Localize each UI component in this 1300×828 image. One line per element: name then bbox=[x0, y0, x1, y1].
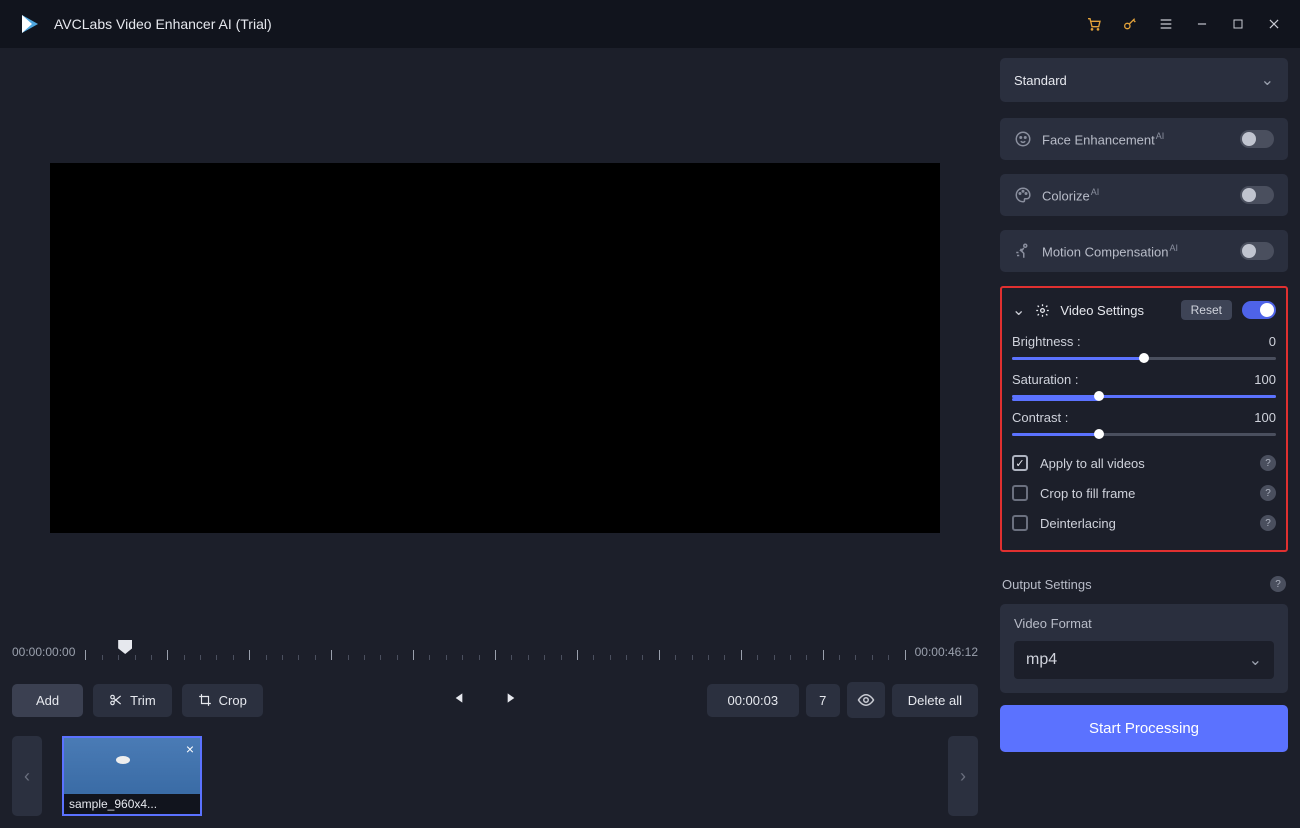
timecode-end: 00:00:46:12 bbox=[915, 645, 978, 659]
add-button[interactable]: Add bbox=[12, 684, 83, 717]
colorize-toggle[interactable] bbox=[1240, 186, 1274, 204]
menu-icon[interactable] bbox=[1158, 16, 1174, 32]
trim-button[interactable]: Trim bbox=[93, 684, 172, 717]
preset-dropdown[interactable]: Standard ⌄ bbox=[1000, 58, 1288, 102]
preview-eye-button[interactable] bbox=[847, 682, 885, 718]
video-settings-panel: ⌄ Video Settings Reset Brightness :0 Sat… bbox=[1000, 286, 1288, 552]
video-settings-toggle[interactable] bbox=[1242, 301, 1276, 319]
motion-compensation-toggle[interactable] bbox=[1240, 242, 1274, 260]
right-panel: Standard ⌄ Face EnhancementAI ColorizeAI… bbox=[990, 48, 1300, 828]
motion-compensation-row: Motion CompensationAI bbox=[1000, 230, 1288, 272]
motion-icon bbox=[1014, 242, 1032, 260]
reset-button[interactable]: Reset bbox=[1181, 300, 1232, 320]
clip-name-label: sample_960x4... bbox=[64, 794, 200, 814]
help-icon[interactable]: ? bbox=[1260, 485, 1276, 501]
contrast-value: 100 bbox=[1254, 410, 1276, 425]
contrast-label: Contrast : bbox=[1012, 410, 1068, 425]
timecode-start: 00:00:00:00 bbox=[12, 645, 75, 659]
crop-fill-checkbox[interactable] bbox=[1012, 485, 1028, 501]
prev-frame-icon[interactable] bbox=[449, 690, 465, 711]
toolbar: Add Trim Crop Delete all bbox=[0, 672, 990, 728]
output-settings-title: Output Settings bbox=[1002, 577, 1092, 592]
chevron-down-icon: ⌄ bbox=[1261, 70, 1274, 90]
clip-prev-button[interactable]: ‹ bbox=[12, 736, 42, 816]
timeline-ruler[interactable] bbox=[85, 638, 904, 666]
saturation-slider[interactable] bbox=[1012, 395, 1276, 398]
app-title: AVCLabs Video Enhancer AI (Trial) bbox=[54, 16, 272, 32]
saturation-value: 100 bbox=[1254, 372, 1276, 387]
video-format-block: Video Format mp4 ⌄ bbox=[1000, 604, 1288, 693]
clip-thumbnail[interactable]: × sample_960x4... bbox=[62, 736, 202, 816]
chevron-down-icon: ⌄ bbox=[1249, 650, 1262, 670]
brightness-label: Brightness : bbox=[1012, 334, 1081, 349]
delete-all-button[interactable]: Delete all bbox=[892, 684, 978, 717]
face-enhancement-row: Face EnhancementAI bbox=[1000, 118, 1288, 160]
apply-all-checkbox[interactable]: ✓ bbox=[1012, 455, 1028, 471]
left-pane: 00:00:00:00 00:00:46:12 Add Trim Crop De… bbox=[0, 48, 990, 828]
frame-input[interactable] bbox=[806, 684, 840, 717]
colorize-row: ColorizeAI bbox=[1000, 174, 1288, 216]
next-frame-icon[interactable] bbox=[505, 690, 521, 711]
help-icon[interactable]: ? bbox=[1270, 576, 1286, 592]
video-format-label: Video Format bbox=[1014, 616, 1274, 631]
face-icon bbox=[1014, 130, 1032, 148]
maximize-icon[interactable] bbox=[1230, 16, 1246, 32]
face-enhancement-toggle[interactable] bbox=[1240, 130, 1274, 148]
gear-icon bbox=[1035, 303, 1050, 318]
clip-next-button[interactable]: › bbox=[948, 736, 978, 816]
close-icon[interactable] bbox=[1266, 16, 1282, 32]
clip-remove-icon[interactable]: × bbox=[186, 741, 194, 757]
contrast-slider[interactable] bbox=[1012, 433, 1276, 436]
brightness-slider[interactable] bbox=[1012, 357, 1276, 360]
timeline: 00:00:00:00 00:00:46:12 bbox=[0, 632, 990, 672]
palette-icon bbox=[1014, 186, 1032, 204]
start-processing-button[interactable]: Start Processing bbox=[1000, 705, 1288, 752]
minimize-icon[interactable] bbox=[1194, 16, 1210, 32]
brightness-value: 0 bbox=[1269, 334, 1276, 349]
current-time-input[interactable] bbox=[707, 684, 799, 717]
chevron-down-icon[interactable]: ⌄ bbox=[1012, 300, 1025, 320]
playhead[interactable] bbox=[118, 640, 132, 654]
titlebar: AVCLabs Video Enhancer AI (Trial) bbox=[0, 0, 1300, 48]
video-preview[interactable] bbox=[50, 163, 940, 533]
video-format-dropdown[interactable]: mp4 ⌄ bbox=[1014, 641, 1274, 679]
crop-button[interactable]: Crop bbox=[182, 684, 263, 717]
help-icon[interactable]: ? bbox=[1260, 455, 1276, 471]
deinterlace-checkbox[interactable] bbox=[1012, 515, 1028, 531]
app-logo-icon bbox=[18, 12, 42, 36]
key-icon[interactable] bbox=[1122, 16, 1138, 32]
clip-strip: ‹ × sample_960x4... › bbox=[0, 728, 990, 828]
help-icon[interactable]: ? bbox=[1260, 515, 1276, 531]
saturation-label: Saturation : bbox=[1012, 372, 1079, 387]
cart-icon[interactable] bbox=[1086, 16, 1102, 32]
